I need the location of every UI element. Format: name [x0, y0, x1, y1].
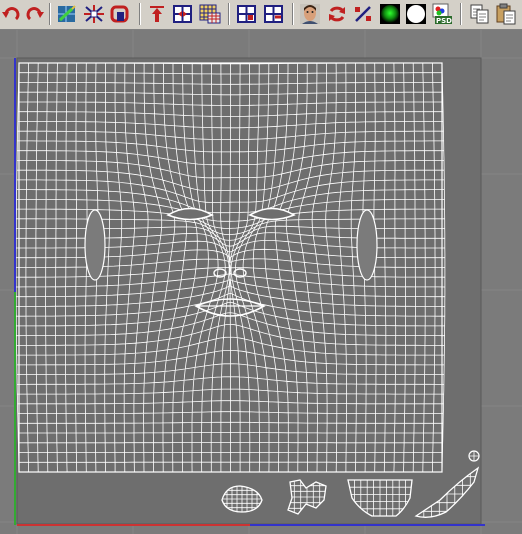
face-render-icon	[300, 4, 320, 24]
toolbar-separator	[292, 3, 294, 25]
rotate-button[interactable]	[325, 3, 349, 25]
move-button[interactable]	[145, 3, 169, 25]
paste-button[interactable]	[494, 3, 518, 25]
center-icon	[173, 5, 192, 23]
scale-button[interactable]	[351, 3, 375, 25]
center-button[interactable]	[171, 3, 195, 25]
percent-scale-icon	[355, 6, 371, 22]
svg-text:PSD: PSD	[436, 17, 452, 25]
select-edge-button[interactable]	[262, 3, 286, 25]
alpha-channel-icon	[406, 4, 426, 24]
ear-hole-left	[84, 209, 106, 281]
select-edge-icon	[264, 5, 283, 23]
uv-editor-toolbar: PSD	[0, 0, 522, 30]
toolbar-separator	[139, 3, 141, 25]
toolbar-separator	[49, 3, 51, 25]
checker-map-icon	[199, 4, 221, 24]
paste-icon	[496, 3, 516, 25]
redo-icon	[26, 7, 44, 21]
copy-button[interactable]	[468, 3, 492, 25]
weld-button[interactable]	[82, 3, 106, 25]
uv-editor-viewport[interactable]	[0, 30, 522, 534]
face-preview-button[interactable]	[298, 3, 322, 25]
checker-map-button[interactable]	[198, 3, 222, 25]
undo-button[interactable]	[0, 3, 24, 25]
psd-export-icon: PSD	[432, 3, 452, 25]
ear-hole-right	[356, 209, 378, 281]
edit-uvw-icon	[58, 5, 76, 22]
move-up-icon	[150, 6, 164, 22]
copy-icon	[470, 4, 489, 24]
select-vertex-button[interactable]	[235, 3, 259, 25]
uv-canvas[interactable]	[0, 30, 522, 534]
alpha-channel-button[interactable]	[404, 3, 428, 25]
export-psd-button[interactable]: PSD	[430, 3, 454, 25]
color-channel-icon	[380, 4, 400, 24]
weld-icon	[84, 5, 104, 23]
break-icon	[110, 5, 129, 23]
rotate-icon	[329, 6, 345, 22]
toolbar-separator	[460, 3, 462, 25]
break-button[interactable]	[108, 3, 132, 25]
color-channel-button[interactable]	[378, 3, 402, 25]
redo-button[interactable]	[22, 3, 46, 25]
edit-uvw-button[interactable]	[55, 3, 79, 25]
select-vertex-icon	[237, 5, 256, 23]
undo-icon	[2, 7, 20, 21]
toolbar-separator	[228, 3, 230, 25]
